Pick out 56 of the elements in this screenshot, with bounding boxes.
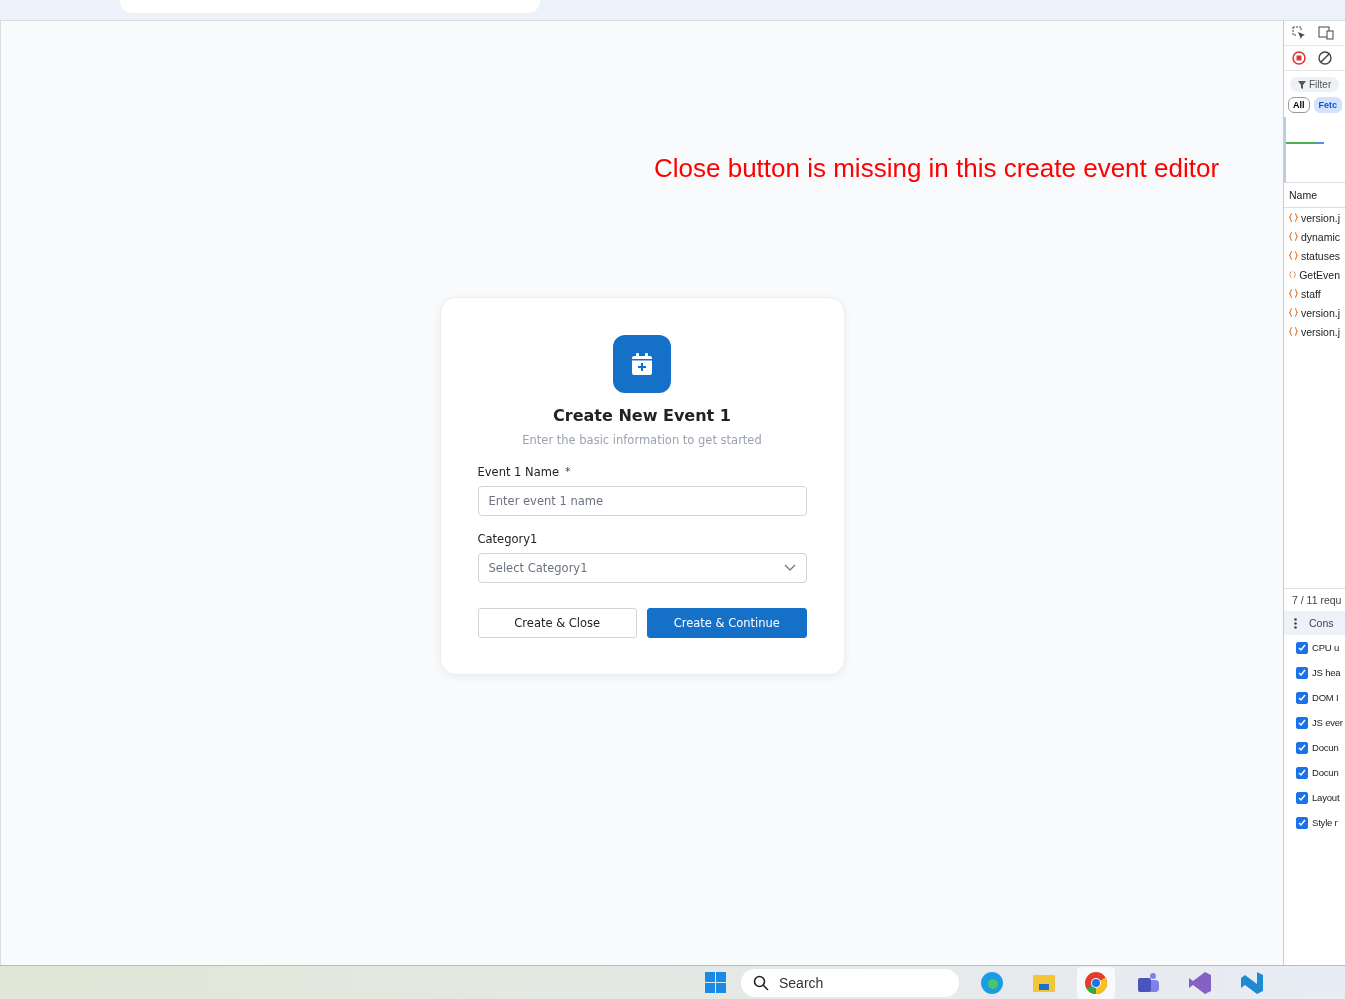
required-mark: * (565, 465, 571, 478)
checkbox[interactable] (1296, 741, 1308, 754)
type-filter-chip[interactable]: Fetc (1313, 97, 1343, 113)
chevron-down-icon (783, 564, 796, 572)
braces-icon (1289, 213, 1298, 222)
metric-label: CPU u (1312, 642, 1339, 653)
device-icon[interactable] (1318, 26, 1334, 40)
field-label: Category1 (477, 532, 538, 546)
request-name[interactable]: staff (1301, 287, 1321, 300)
dropdown-field[interactable]: Select Category1 (477, 553, 807, 583)
checkbox[interactable] (1296, 691, 1308, 704)
metric-label: Docun (1312, 767, 1339, 778)
checkbox[interactable] (1296, 791, 1308, 804)
inspect-icon[interactable] (1292, 26, 1306, 40)
request-name[interactable]: statuses (1300, 249, 1340, 262)
checkbox[interactable] (1296, 716, 1308, 729)
clear-icon[interactable] (1318, 51, 1332, 65)
input-field[interactable]: Enter event 1 name (477, 486, 807, 516)
more-icon[interactable] (1294, 617, 1297, 629)
metric-label: JS ever (1312, 717, 1343, 728)
column-header: Name (1284, 183, 1345, 208)
windows-start-icon[interactable] (705, 971, 727, 994)
checkbox[interactable] (1296, 766, 1308, 779)
calendar-add-icon (613, 335, 671, 393)
type-filter-chip[interactable]: All (1288, 97, 1310, 113)
request-name[interactable]: GetEven (1299, 268, 1340, 281)
dialog-subtitle: Enter the basic information to get started (522, 433, 762, 447)
braces-icon (1289, 270, 1297, 279)
request-name[interactable]: version.j (1300, 211, 1340, 224)
filter-field[interactable]: Filter (1290, 77, 1340, 92)
search-icon (753, 974, 769, 991)
close-button[interactable]: Create & Close (477, 608, 637, 638)
dialog-title: Create New Event 1 (553, 406, 731, 425)
checkbox[interactable] (1296, 641, 1308, 654)
braces-icon (1289, 232, 1298, 241)
braces-icon (1289, 251, 1298, 260)
metric-label: Docun (1312, 742, 1339, 753)
taskbar-search[interactable]: Search (741, 968, 959, 997)
request-name[interactable]: dynamic (1300, 230, 1340, 243)
braces-icon (1289, 308, 1298, 317)
braces-icon (1289, 289, 1298, 298)
annotation-text: Close button is missing in this create event editor (654, 153, 1220, 184)
metric-label: Layout (1312, 792, 1340, 803)
funnel-icon (1298, 80, 1306, 89)
chrome-app-icon[interactable] (1077, 966, 1115, 999)
metric-label: JS hea (1312, 667, 1341, 678)
checkbox[interactable] (1296, 816, 1308, 829)
metric-label: DOM I (1312, 692, 1339, 703)
checkbox[interactable] (1296, 666, 1308, 679)
request-name[interactable]: version.j (1300, 325, 1340, 338)
record-icon[interactable] (1292, 51, 1306, 65)
metric-label: Style r (1312, 817, 1338, 828)
braces-icon (1289, 327, 1298, 336)
request-name[interactable]: version.j (1300, 306, 1340, 319)
continue-button[interactable]: Create & Continue (647, 608, 807, 638)
field-label: Event 1 Name (477, 465, 559, 479)
